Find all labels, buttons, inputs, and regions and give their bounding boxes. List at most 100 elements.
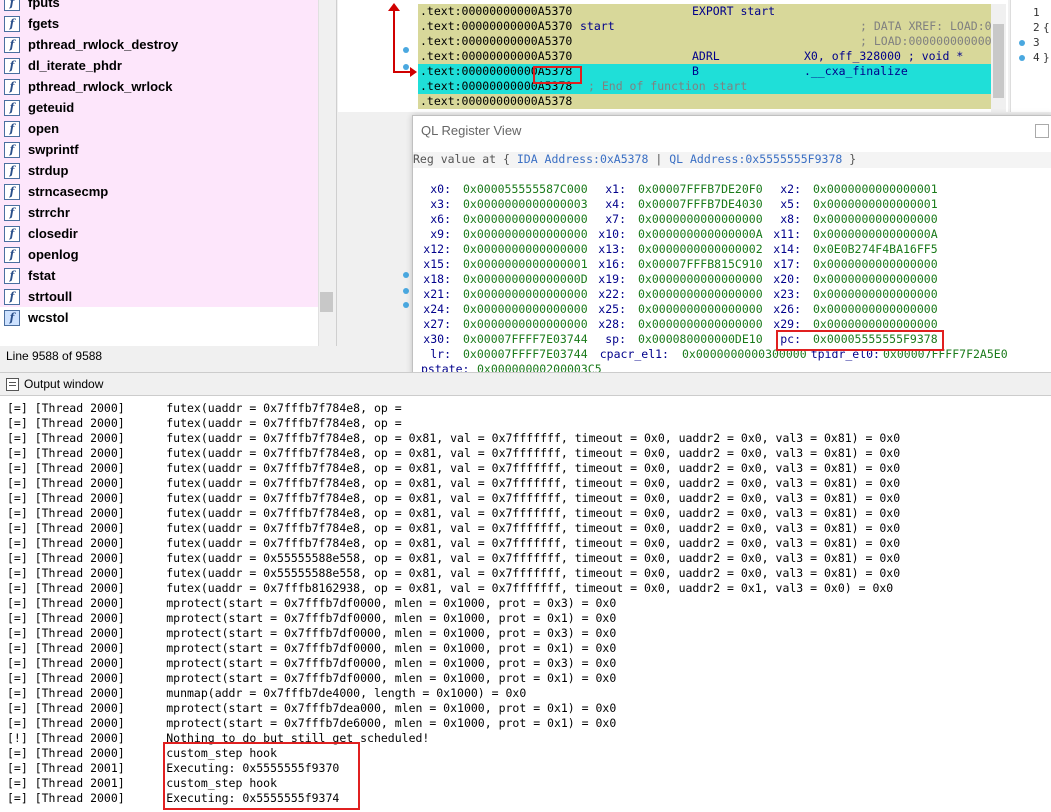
log-line: [=] [Thread 2000] futex(uaddr = 0x7fffb7… — [7, 461, 901, 475]
register-name: x26: — [773, 302, 801, 316]
register-name: x14: — [773, 242, 801, 256]
register-name: x9: — [430, 227, 451, 241]
register-name: x0: — [430, 182, 451, 196]
register-name: x16: — [598, 257, 626, 271]
function-list-item[interactable]: f strdup — [0, 160, 318, 181]
function-list-item[interactable]: f geteuid — [0, 97, 318, 118]
register-value: 0x00007FFFB815C910 — [638, 257, 763, 271]
register-value: 0x0000000000000000 — [638, 272, 763, 286]
function-name: dl_iterate_phdr — [28, 58, 122, 73]
instruction-address: .text:00000000000A5370 — [420, 49, 573, 63]
log-line: [=] [Thread 2000] futex(uaddr = 0x555555… — [7, 566, 901, 580]
register-name: x27: — [423, 317, 451, 331]
function-list-item[interactable]: f swprintf — [0, 139, 318, 160]
disassembly-line[interactable]: .text:00000000000A5370 ; LOAD:00000000000… — [418, 34, 991, 49]
disassembly-line[interactable]: .text:00000000000A5370 ADRL X0, off_328000… — [418, 49, 991, 64]
log-line: [=] [Thread 2000] mprotect(start = 0x7ff… — [7, 641, 617, 655]
instruction-address: .text:00000000000A5378 — [420, 94, 573, 108]
log-line: [=] [Thread 2000] futex(uaddr = 0x7fffb7… — [7, 476, 901, 490]
function-name: strdup — [28, 163, 69, 178]
function-icon: f — [4, 162, 20, 179]
register-name: x21: — [423, 287, 451, 301]
function-list-scroll-thumb[interactable] — [320, 292, 333, 312]
function-icon: f — [4, 0, 20, 11]
register-name: x7: — [605, 212, 626, 226]
register-value: 0x0000000000000000 — [463, 287, 588, 301]
register-value: 0x0000000000000000 — [638, 287, 763, 301]
log-line: [=] [Thread 2000] mprotect(start = 0x7ff… — [7, 701, 617, 715]
disassembly-line[interactable]: .text:00000000000A5370 EXPORT start — [418, 4, 991, 19]
output-window-header[interactable]: Output window — [0, 372, 1051, 396]
function-list-item[interactable]: f closedir — [0, 223, 318, 244]
breakpoint-dot-icon[interactable] — [403, 47, 409, 53]
disassembly-line[interactable]: .text:00000000000A5378 — [418, 94, 991, 109]
register-name: x4: — [605, 197, 626, 211]
register-name: x12: — [423, 242, 451, 256]
register-value: 0x0000000000000000 — [813, 272, 938, 286]
function-list-item[interactable]: f fgets — [0, 13, 318, 34]
instruction-address: .text:00000000000A5370 — [420, 19, 573, 33]
line-number: 1 — [1033, 6, 1040, 19]
log-line: [=] [Thread 2000] futex(uaddr = 0x555555… — [7, 551, 901, 565]
disassembly-line[interactable]: .text:00000000000A5378; End of function … — [418, 79, 991, 94]
breakpoint-dot-icon[interactable] — [403, 272, 409, 278]
register-value: 0x000000000000000A — [638, 227, 763, 241]
breakpoint-dot-icon[interactable] — [1019, 55, 1025, 61]
register-name: x17: — [773, 257, 801, 271]
function-list-item[interactable]: f wcstol — [0, 307, 318, 328]
function-icon: f — [4, 225, 20, 242]
function-icon: f — [4, 183, 20, 200]
disassembly-listing[interactable]: .text:00000000000A5370 EXPORT start .text:… — [418, 4, 991, 112]
register-name: x3: — [430, 197, 451, 211]
register-name: x2: — [780, 182, 801, 196]
log-line: [=] [Thread 2000] munmap(addr = 0x7fffb7… — [7, 686, 527, 700]
pseudocode-pane[interactable]: 1 2{3 4} — [1010, 0, 1051, 112]
register-value: 0x0000000000000001 — [813, 197, 938, 211]
function-list-item[interactable]: f strrchr — [0, 202, 318, 223]
function-list[interactable]: f fputs f fgets f pthread_rwlock_destroy f dl_i… — [0, 0, 337, 346]
register-value: 0x0000000000000001 — [813, 182, 938, 196]
function-list-item[interactable]: f dl_iterate_phdr — [0, 55, 318, 76]
breakpoint-dot-icon[interactable] — [403, 288, 409, 294]
register-value: 0x0000000000000002 — [638, 242, 763, 256]
function-name: open — [28, 121, 60, 136]
log-line: [=] [Thread 2000] futex(uaddr = 0x7fffb7… — [7, 521, 901, 535]
log-line: [=] [Thread 2000] futex(uaddr = 0x7fffb7… — [7, 536, 901, 550]
register-value: 0x0000000000000000 — [813, 302, 938, 316]
label-name: start — [580, 19, 615, 33]
log-line: [=] [Thread 2000] futex(uaddr = 0x7fffb7… — [7, 416, 402, 430]
function-list-item[interactable]: f pthread_rwlock_wrlock — [0, 76, 318, 97]
output-window-title: Output window — [24, 377, 104, 391]
function-list-item[interactable]: f openlog — [0, 244, 318, 265]
function-list-item[interactable]: f open — [0, 118, 318, 139]
log-line: [=] [Thread 2000] futex(uaddr = 0x7fffb7… — [7, 431, 901, 445]
function-name: pthread_rwlock_wrlock — [28, 79, 173, 94]
function-list-item[interactable]: f fputs — [0, 0, 318, 13]
output-window-log[interactable]: [=] [Thread 2000] futex(uaddr = 0x7fffb7… — [0, 396, 1051, 812]
disassembly-line[interactable]: .text:00000000000A5378 B .__cxa_finalize — [418, 64, 991, 79]
function-list-item[interactable]: f strncasecmp — [0, 181, 318, 202]
function-name: geteuid — [28, 100, 75, 115]
disassembly-scroll-thumb[interactable] — [993, 24, 1004, 98]
breakpoint-dot-icon[interactable] — [403, 302, 409, 308]
function-name: fstat — [28, 268, 56, 283]
register-value: 0x000000000000000D — [463, 272, 588, 286]
function-list-item[interactable]: f pthread_rwlock_destroy — [0, 34, 318, 55]
breakpoint-dot-icon[interactable] — [1019, 40, 1025, 46]
breakpoint-dot-icon[interactable] — [403, 64, 409, 70]
register-name: x25: — [598, 302, 626, 316]
function-list-item[interactable]: f fstat — [0, 265, 318, 286]
line-number: 3 — [1033, 36, 1040, 49]
log-line: [=] [Thread 2000] mprotect(start = 0x7ff… — [7, 611, 617, 625]
register-value: 0x0000000000000000 — [813, 257, 938, 271]
register-value: 0x0000000000000003 — [463, 197, 588, 211]
instruction-mnemonic: B — [692, 64, 699, 78]
function-icon: f — [4, 57, 20, 74]
function-icon: f — [4, 120, 20, 137]
disassembly-line[interactable]: .text:00000000000A5370 start ; DATA XREF: … — [418, 19, 991, 34]
function-name: swprintf — [28, 142, 79, 157]
function-list-item[interactable]: f strtoull — [0, 286, 318, 307]
function-name: pthread_rwlock_destroy — [28, 37, 179, 52]
register-value: 0x00007FFFB7DE4030 — [638, 197, 763, 211]
register-name: x23: — [773, 287, 801, 301]
